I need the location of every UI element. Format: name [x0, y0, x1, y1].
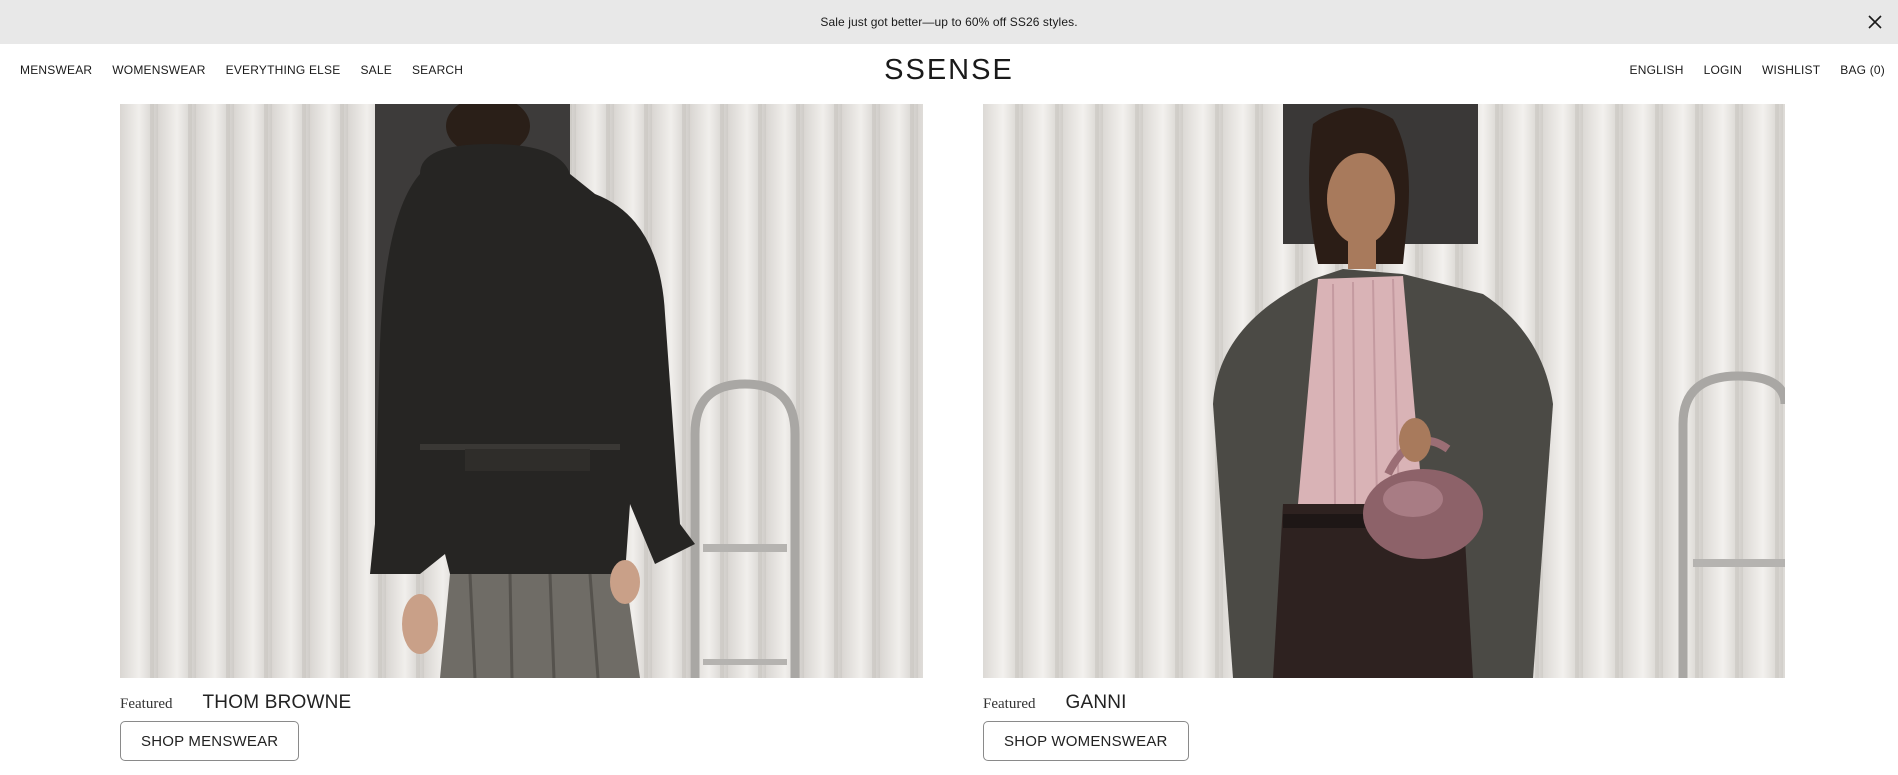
announcement-bar: Sale just got better—up to 60% off SS26 … — [0, 0, 1898, 44]
announcement-text: Sale just got better—up to 60% off SS26 … — [820, 15, 1078, 29]
nav-wishlist[interactable]: WISHLIST — [1762, 63, 1820, 77]
menswear-caption: Featured THOM BROWNE — [120, 692, 351, 714]
close-icon[interactable] — [1865, 12, 1885, 32]
nav-login[interactable]: LOGIN — [1704, 63, 1742, 77]
site-header: MENSWEAR WOMENSWEAR EVERYTHING ELSE SALE… — [0, 44, 1898, 104]
shop-menswear-button[interactable]: SHOP MENSWEAR — [120, 721, 300, 761]
shop-womenswear-button[interactable]: SHOP WOMENSWEAR — [983, 721, 1189, 761]
menswear-feature: Featured THOM BROWNE SHOP MENSWEAR — [120, 104, 923, 761]
womenswear-feature: Featured GANNI SHOP WOMENSWEAR — [983, 104, 1785, 761]
featured-brand[interactable]: GANNI — [1065, 692, 1126, 714]
womenswear-caption: Featured GANNI — [983, 692, 1127, 714]
featured-label: Featured — [120, 696, 173, 712]
nav-language[interactable]: ENGLISH — [1630, 63, 1684, 77]
nav-bag[interactable]: BAG (0) — [1840, 63, 1885, 77]
account-nav: ENGLISH LOGIN WISHLIST BAG (0) — [1630, 63, 1885, 77]
menswear-editorial-image[interactable] — [120, 104, 923, 678]
site-logo[interactable]: SSENSE — [0, 54, 1898, 87]
womenswear-editorial-image[interactable] — [983, 104, 1785, 678]
featured-label: Featured — [983, 696, 1036, 712]
featured-brand[interactable]: THOM BROWNE — [202, 692, 351, 714]
